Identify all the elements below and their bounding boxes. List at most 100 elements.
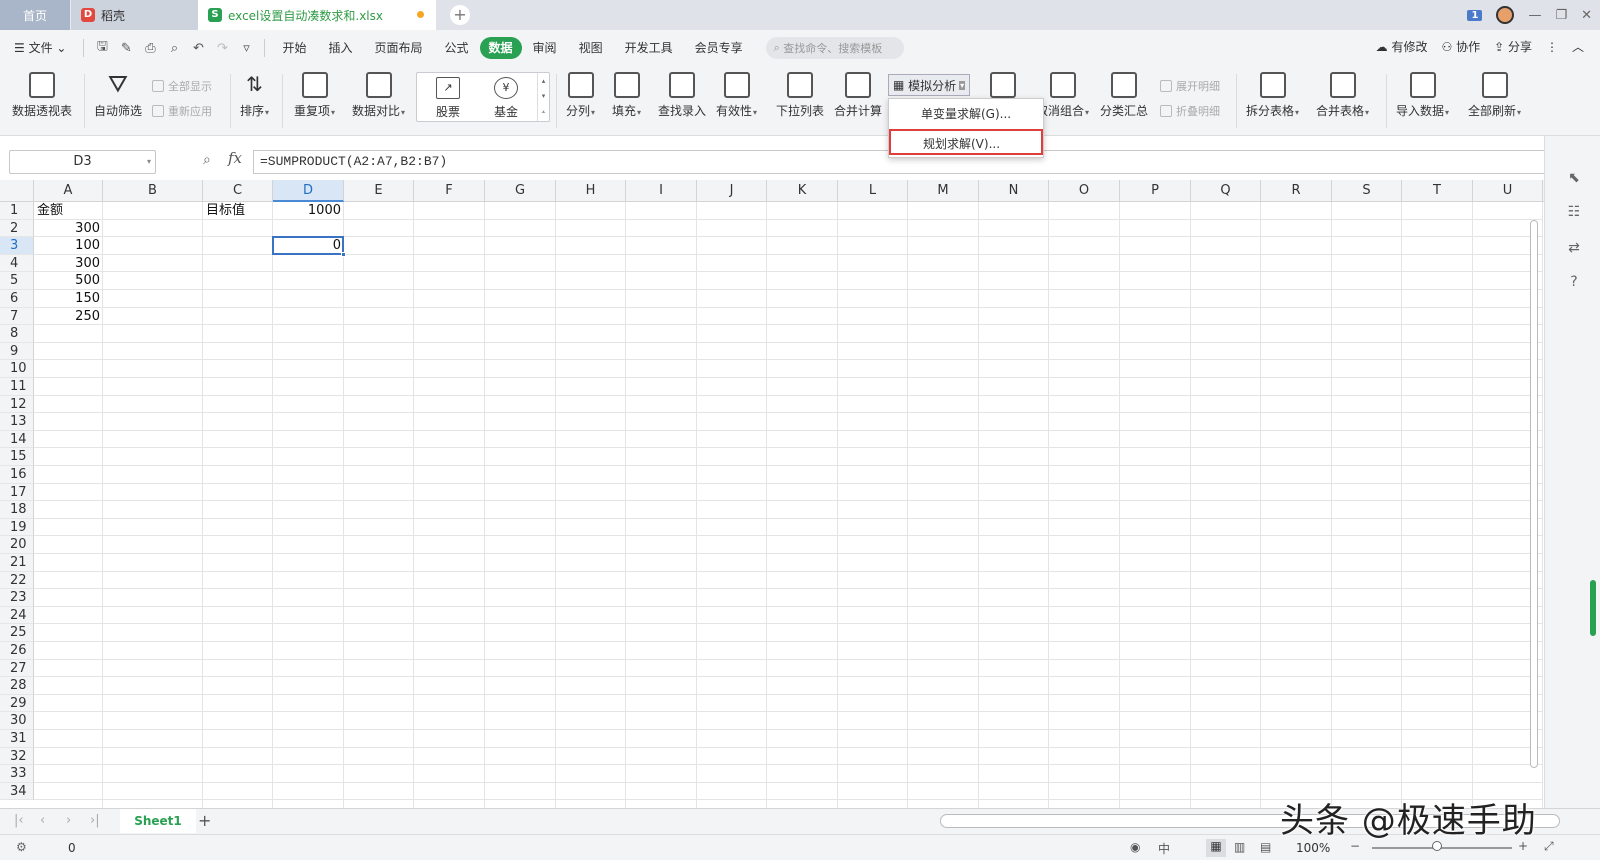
zoom-slider-thumb[interactable]	[1432, 841, 1442, 851]
row-header-24[interactable]: 24	[0, 606, 34, 625]
fund-button[interactable]: ¥ 基金	[481, 77, 531, 120]
row-header-29[interactable]: 29	[0, 694, 34, 713]
search-input[interactable]: ⌕ 查找命令、搜索模板	[765, 37, 904, 59]
menu-member[interactable]: 会员专享	[684, 37, 754, 59]
split-table-button[interactable]: 拆分表格▾	[1246, 72, 1299, 121]
row-header-17[interactable]: 17	[0, 483, 34, 502]
row-header-13[interactable]: 13	[0, 413, 34, 431]
tab-document[interactable]: Sexcel设置自动凑数求和.xlsx	[198, 0, 436, 30]
input-method-icon[interactable]: 中	[1158, 840, 1170, 857]
cell-a6[interactable]: 150	[34, 290, 103, 308]
customize-icon[interactable]: ▿	[236, 41, 256, 56]
modify-button[interactable]: ☁ 有修改	[1376, 38, 1428, 55]
cell-a4[interactable]: 300	[34, 255, 103, 273]
fx-icon[interactable]: fx	[228, 149, 242, 167]
refresh-all-button[interactable]: 全部刷新▾	[1468, 72, 1521, 121]
settings-sliders-icon[interactable]: ☷	[1565, 204, 1583, 222]
eye-protection-icon[interactable]: ◉	[1130, 840, 1140, 854]
row-header-33[interactable]: 33	[0, 765, 34, 783]
column-header-q[interactable]: Q	[1191, 180, 1261, 202]
sheet-tab[interactable]: Sheet1	[120, 809, 196, 833]
close-icon[interactable]: ✕	[1581, 8, 1592, 23]
avatar[interactable]	[1496, 6, 1515, 24]
column-header-u[interactable]: U	[1473, 180, 1543, 202]
column-header-t[interactable]: T	[1402, 180, 1473, 202]
column-header-g[interactable]: G	[485, 180, 556, 202]
column-header-m[interactable]: M	[908, 180, 979, 202]
row-header-6[interactable]: 6	[0, 290, 34, 308]
normal-view-icon[interactable]: ▦	[1206, 839, 1226, 857]
column-header-n[interactable]: N	[979, 180, 1049, 202]
tab-daoke[interactable]: D 稻壳	[70, 0, 198, 30]
collab-button[interactable]: ⚇ 协作	[1441, 38, 1480, 55]
row-header-2[interactable]: 2	[0, 219, 34, 238]
stock-button[interactable]: ↗ 股票	[423, 77, 473, 120]
row-header-21[interactable]: 21	[0, 554, 34, 572]
fullscreen-icon[interactable]: ⤢	[1544, 839, 1554, 854]
last-sheet-icon[interactable]: ›|	[90, 813, 100, 828]
print-icon[interactable]: ⎙	[140, 41, 160, 56]
row-header-14[interactable]: 14	[0, 430, 34, 449]
first-sheet-icon[interactable]: |‹	[14, 813, 24, 828]
menu-review[interactable]: 审阅	[522, 37, 568, 59]
autofilter-button[interactable]: ⛛ 自动筛选	[94, 72, 142, 119]
what-if-analysis-button[interactable]: ▦ 模拟分析 ▾	[888, 74, 971, 96]
zoom-slider[interactable]	[1372, 847, 1512, 849]
fill-button[interactable]: 填充▾	[612, 72, 641, 121]
zoom-function-icon[interactable]: ⌕	[203, 152, 211, 168]
format-painter-icon[interactable]: ✎	[116, 41, 136, 56]
menu-insert[interactable]: 插入	[317, 37, 363, 59]
cell-a3[interactable]: 100	[34, 237, 103, 255]
row-header-12[interactable]: 12	[0, 395, 34, 414]
row-header-22[interactable]: 22	[0, 571, 34, 590]
transfer-icon[interactable]: ⇄	[1565, 240, 1583, 258]
collapse-detail-button[interactable]: 折叠明细	[1160, 103, 1220, 119]
sort-button[interactable]: ⇅ 排序▾	[240, 72, 269, 121]
page-break-view-icon[interactable]: ▤	[1260, 840, 1271, 854]
row-header-9[interactable]: 9	[0, 342, 34, 361]
row-header-20[interactable]: 20	[0, 536, 34, 554]
menu-view[interactable]: 视图	[568, 37, 614, 59]
subtotal-button[interactable]: 分类汇总	[1100, 72, 1148, 119]
next-sheet-icon[interactable]: ›	[66, 813, 71, 828]
column-header-k[interactable]: K	[767, 180, 838, 202]
select-all-corner[interactable]	[0, 180, 34, 202]
column-header-l[interactable]: L	[838, 180, 908, 202]
zoom-level[interactable]: 100%	[1296, 841, 1330, 855]
row-header-11[interactable]: 11	[0, 378, 34, 396]
name-box[interactable]: D3 ▾	[9, 150, 156, 174]
column-header-c[interactable]: C	[203, 180, 273, 202]
cell-d1[interactable]: 1000	[273, 202, 344, 220]
lookup-entry-button[interactable]: 查找录入	[658, 72, 706, 119]
spreadsheet-grid[interactable]: ABCDEFGHIJKLMNOPQRSTU 1 2 3 4 5 6 7 8 9 10 11 12 13 1…	[0, 180, 1544, 808]
row-header-34[interactable]: 34	[0, 782, 34, 801]
prev-sheet-icon[interactable]: ‹	[40, 813, 45, 828]
column-header-e[interactable]: E	[344, 180, 414, 202]
vertical-scrollbar[interactable]	[1530, 220, 1538, 768]
cell-a5[interactable]: 500	[34, 272, 103, 290]
more-icon[interactable]: ⋮	[1546, 40, 1558, 54]
merge-table-button[interactable]: 合并表格▾	[1316, 72, 1369, 121]
help-icon[interactable]: ?	[1565, 274, 1583, 292]
cell-c1[interactable]: 目标值	[203, 202, 273, 220]
minimize-icon[interactable]: —	[1528, 8, 1541, 23]
scroll-down-icon[interactable]: ▾	[542, 92, 546, 100]
menu-data[interactable]: 数据	[479, 37, 522, 59]
tab-home[interactable]: 首页	[0, 0, 70, 30]
menu-developer[interactable]: 开发工具	[614, 37, 684, 59]
selected-cell[interactable]	[272, 236, 346, 257]
macro-icon[interactable]: ⚙	[16, 840, 27, 854]
print-preview-icon[interactable]: ⌕	[164, 41, 184, 56]
menu-formula[interactable]: 公式	[434, 37, 480, 59]
row-header-16[interactable]: 16	[0, 466, 34, 484]
gallery-scroll[interactable]: ▴ ▾ ⩡	[537, 73, 549, 121]
collapse-ribbon-icon[interactable]: ︿	[1572, 38, 1584, 55]
column-header-i[interactable]: I	[626, 180, 697, 202]
column-header-d[interactable]: D	[273, 180, 344, 202]
scroll-up-icon[interactable]: ▴	[542, 77, 546, 85]
row-header-18[interactable]: 18	[0, 501, 34, 519]
side-handle[interactable]	[1590, 580, 1596, 636]
row-header-1[interactable]: 1	[0, 202, 34, 220]
row-header-10[interactable]: 10	[0, 360, 34, 378]
row-header-25[interactable]: 25	[0, 624, 34, 642]
